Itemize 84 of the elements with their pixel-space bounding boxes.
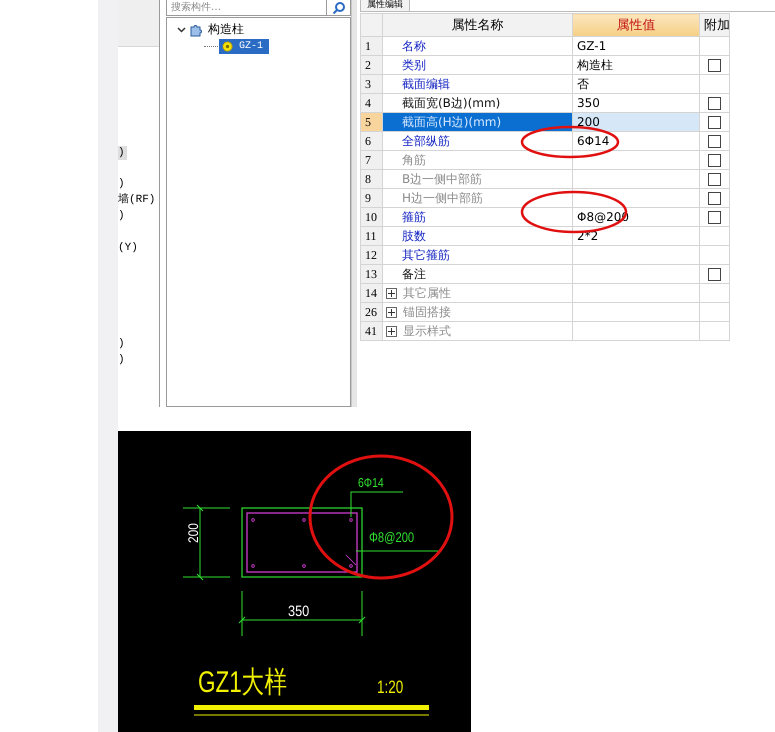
list-item[interactable]: ) bbox=[118, 209, 127, 223]
row-number: 41 bbox=[360, 322, 382, 340]
table-cell[interactable] bbox=[572, 264, 700, 284]
checkbox[interactable] bbox=[708, 116, 721, 128]
table-cell[interactable]: 200 bbox=[572, 112, 700, 132]
tree-item[interactable]: GZ-1 bbox=[219, 38, 270, 54]
search-button[interactable] bbox=[327, 0, 351, 16]
group-label: 其它属性 bbox=[403, 284, 451, 302]
checkbox[interactable] bbox=[708, 268, 721, 280]
table-cell[interactable] bbox=[572, 302, 700, 322]
rebar-label: 6Φ14 bbox=[358, 476, 384, 490]
table-cell: 角筋 bbox=[382, 150, 572, 170]
table-cell bbox=[700, 322, 730, 340]
table-cell[interactable]: 否 bbox=[572, 74, 700, 94]
row-number: 14 bbox=[360, 284, 382, 302]
row-number: 2 bbox=[360, 56, 382, 74]
table-cell[interactable]: GZ-1 bbox=[572, 36, 700, 56]
table-cell: 类别 bbox=[382, 56, 572, 74]
table-cell: H边一侧中部筋 bbox=[382, 188, 572, 208]
column-header[interactable]: 附加 bbox=[700, 14, 730, 36]
table-cell[interactable]: 6Φ14 bbox=[572, 132, 700, 150]
row-number: 10 bbox=[360, 208, 382, 226]
list-item[interactable]: ) bbox=[118, 353, 127, 367]
list-item[interactable]: ) bbox=[118, 177, 127, 191]
list-item[interactable]: ) bbox=[118, 337, 127, 351]
puzzle-icon bbox=[189, 22, 203, 36]
column-header[interactable]: 属性名称 bbox=[382, 14, 572, 36]
table-cell: 截面高(H边)(mm) bbox=[382, 112, 572, 132]
table-cell[interactable] bbox=[572, 188, 700, 208]
table-cell[interactable] bbox=[572, 170, 700, 188]
table-cell: 箍筋 bbox=[382, 208, 572, 226]
dimension-label: 350 bbox=[288, 602, 310, 620]
table-cell[interactable] bbox=[572, 284, 700, 302]
checkbox[interactable] bbox=[708, 192, 721, 204]
row-number: 4 bbox=[360, 94, 382, 112]
row-number: 3 bbox=[360, 74, 382, 94]
row-number: 6 bbox=[360, 132, 382, 150]
group-label: 锚固搭接 bbox=[403, 304, 451, 320]
expand-icon[interactable] bbox=[386, 288, 397, 298]
table-cell[interactable] bbox=[572, 322, 700, 340]
table-cell: B边一侧中部筋 bbox=[382, 170, 572, 188]
header-cell bbox=[360, 14, 382, 36]
list-item[interactable]: ) bbox=[118, 146, 127, 160]
table-cell: 截面编辑 bbox=[382, 74, 572, 94]
table-cell[interactable] bbox=[572, 246, 700, 264]
checkbox[interactable] bbox=[708, 172, 721, 186]
row-number: 26 bbox=[360, 302, 382, 322]
row-number: 11 bbox=[360, 226, 382, 246]
table-cell: 肢数 bbox=[382, 226, 572, 246]
checkbox[interactable] bbox=[708, 210, 721, 224]
expand-icon[interactable] bbox=[386, 306, 397, 318]
checkbox[interactable] bbox=[708, 154, 721, 166]
row-number: 12 bbox=[360, 246, 382, 264]
gear-icon bbox=[222, 40, 233, 52]
checkbox[interactable] bbox=[708, 58, 721, 72]
list-item[interactable]: (Y) bbox=[118, 241, 140, 255]
chevron-icon[interactable] bbox=[177, 25, 186, 34]
row-number: 5 bbox=[360, 112, 382, 132]
table-cell: 名称 bbox=[382, 36, 572, 56]
table-cell: 全部纵筋 bbox=[382, 132, 572, 150]
table-cell: 备注 bbox=[382, 264, 572, 284]
column-header[interactable]: 属性值 bbox=[572, 14, 700, 36]
search-icon bbox=[332, 0, 346, 14]
table-cell[interactable]: 构造柱 bbox=[572, 56, 700, 74]
group-label: 显示样式 bbox=[403, 322, 451, 340]
tree-item[interactable]: 构造柱 bbox=[206, 21, 246, 38]
table-cell[interactable] bbox=[572, 150, 700, 170]
leader-line bbox=[350, 492, 404, 518]
checkbox[interactable] bbox=[708, 96, 721, 110]
row-number: 7 bbox=[360, 150, 382, 170]
row-number: 1 bbox=[360, 36, 382, 56]
table-cell: 其它箍筋 bbox=[382, 246, 572, 264]
checkbox[interactable] bbox=[708, 134, 721, 148]
search-field[interactable]: 搜索构件… bbox=[166, 0, 327, 16]
list-item[interactable]: 墙(RF) bbox=[118, 193, 158, 207]
row-number: 13 bbox=[360, 264, 382, 284]
scale-label: 1:20 bbox=[377, 678, 404, 698]
expand-icon[interactable] bbox=[386, 326, 397, 336]
row-number: 8 bbox=[360, 170, 382, 188]
row-number: 9 bbox=[360, 188, 382, 208]
rebar-label: Φ8@200 bbox=[369, 530, 414, 546]
drawing-title: GZ1大样 bbox=[198, 664, 288, 699]
dimension-label: 200 bbox=[185, 523, 202, 543]
table-cell bbox=[700, 302, 730, 322]
